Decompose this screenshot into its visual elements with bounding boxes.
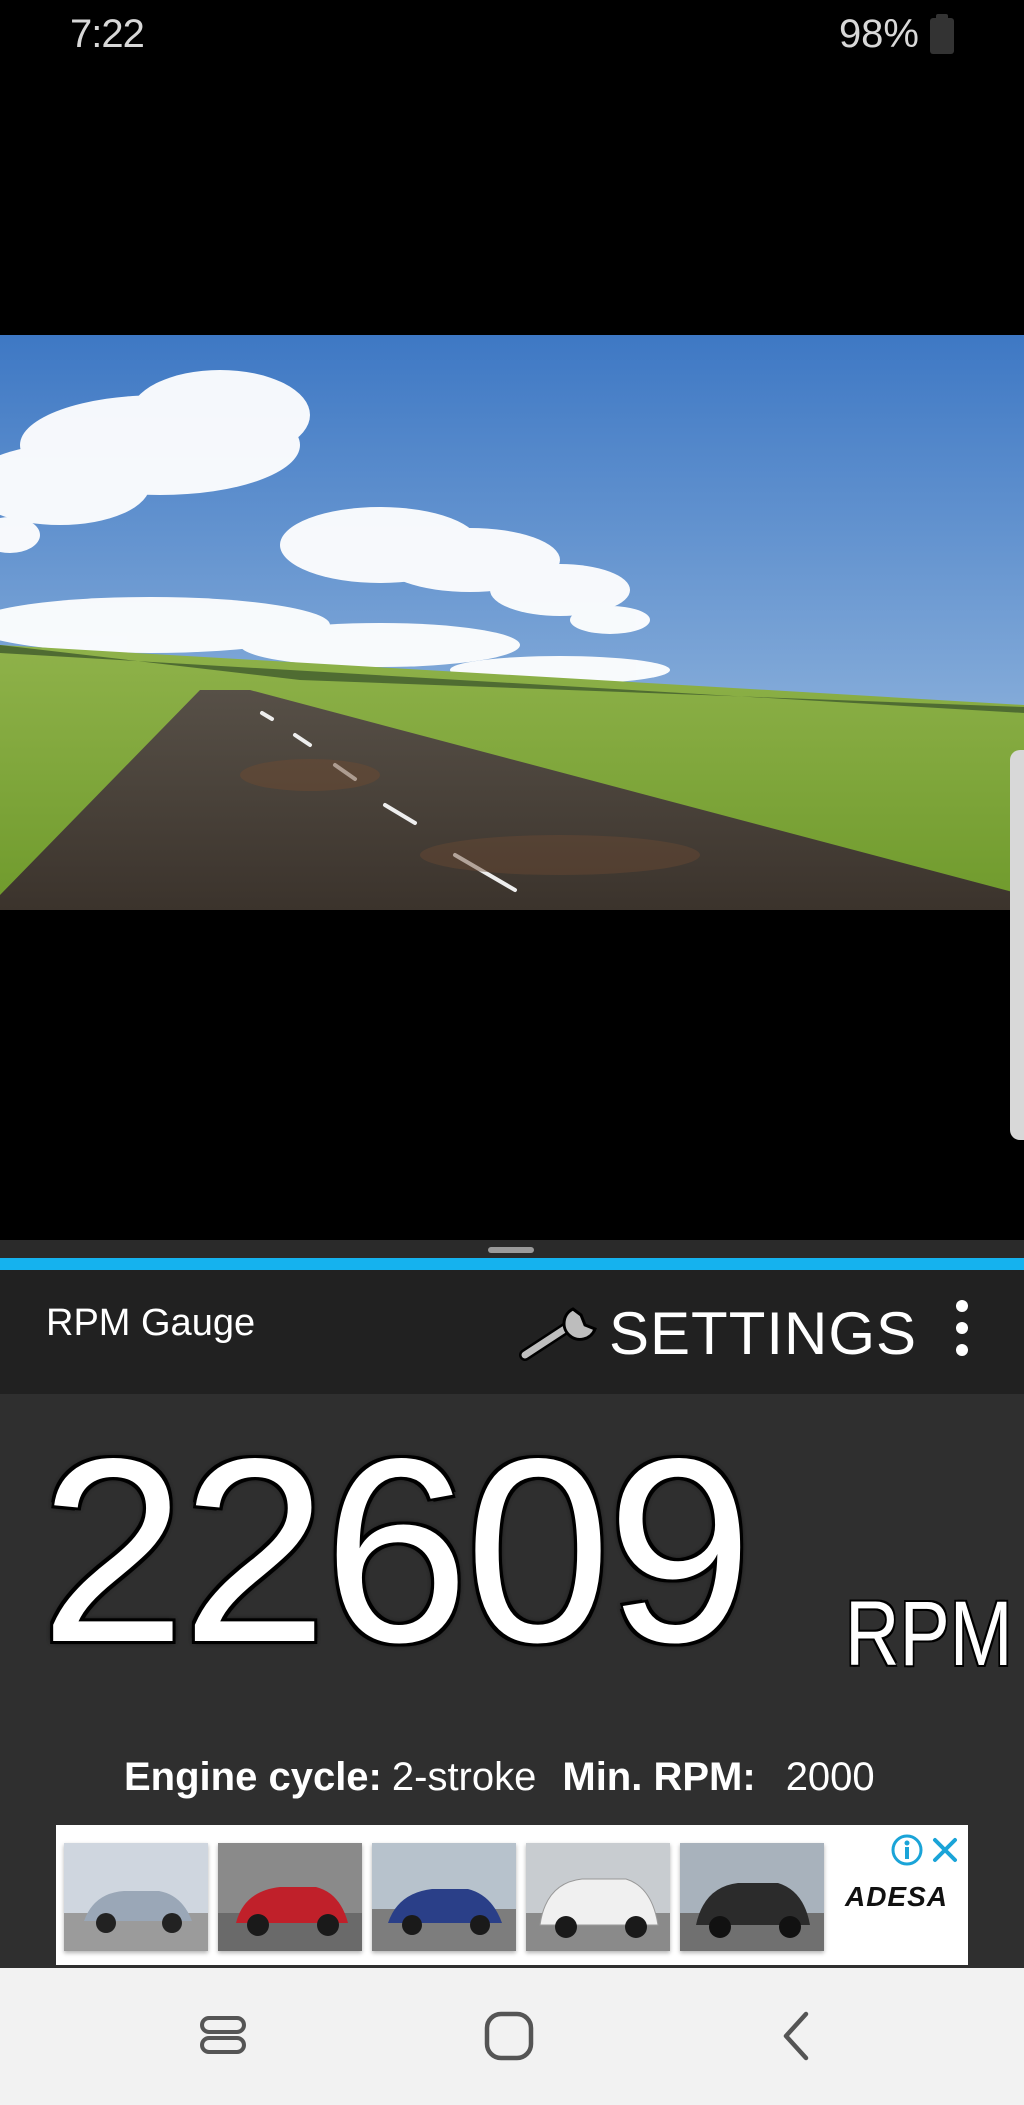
ad-brand: ADESA: [844, 1881, 948, 1912]
status-time: 7:22: [70, 12, 145, 56]
rpm-value: 22609: [40, 1404, 753, 1697]
settings-label: SETTINGS: [609, 1299, 918, 1367]
status-bar: 7:22 98%: [0, 0, 1024, 70]
ad-info-icon[interactable]: [890, 1833, 924, 1867]
engine-cycle-label: Engine cycle:: [124, 1755, 382, 1799]
runway-video-image: [0, 335, 1024, 910]
ad-thumbnail[interactable]: [372, 1843, 516, 1951]
app-toolbar: RPM Gauge SETTINGS: [0, 1270, 1024, 1394]
app-title: RPM Gauge: [46, 1302, 256, 1344]
split-screen-divider[interactable]: [0, 1240, 1024, 1270]
home-icon[interactable]: [474, 2004, 544, 2068]
engine-cycle-value: 2-stroke: [391, 1755, 537, 1799]
engine-info-row: Engine cycle: 2-stroke Min. RPM: 2000: [124, 1755, 901, 1800]
ad-close-icon[interactable]: [928, 1833, 962, 1867]
wrench-icon: [519, 1307, 597, 1361]
video-frame[interactable]: [0, 335, 1024, 910]
navigation-bar: [0, 1968, 1024, 2105]
accent-bar: [0, 1258, 1024, 1270]
rpm-unit: RPM: [845, 1583, 1013, 1685]
edge-panel-handle[interactable]: [1010, 750, 1024, 1140]
more-vert-icon[interactable]: [950, 1300, 974, 1366]
back-icon[interactable]: [762, 2004, 832, 2068]
ad-banner[interactable]: ADESA: [56, 1825, 968, 1965]
video-player[interactable]: [0, 70, 1024, 1240]
settings-button[interactable]: SETTINGS: [515, 1288, 917, 1378]
divider-grip[interactable]: [488, 1247, 534, 1253]
ad-thumbnail[interactable]: [218, 1843, 362, 1951]
battery-percentage: 98%: [838, 12, 919, 56]
min-rpm-label: Min. RPM:: [562, 1755, 756, 1799]
min-rpm-value: 2000: [785, 1755, 875, 1799]
ad-thumbnail[interactable]: [64, 1843, 208, 1951]
ad-thumbnail[interactable]: [526, 1843, 670, 1951]
recent-apps-icon[interactable]: [188, 2004, 258, 2068]
battery-icon: [930, 14, 954, 54]
ad-thumbnail[interactable]: [680, 1843, 824, 1951]
